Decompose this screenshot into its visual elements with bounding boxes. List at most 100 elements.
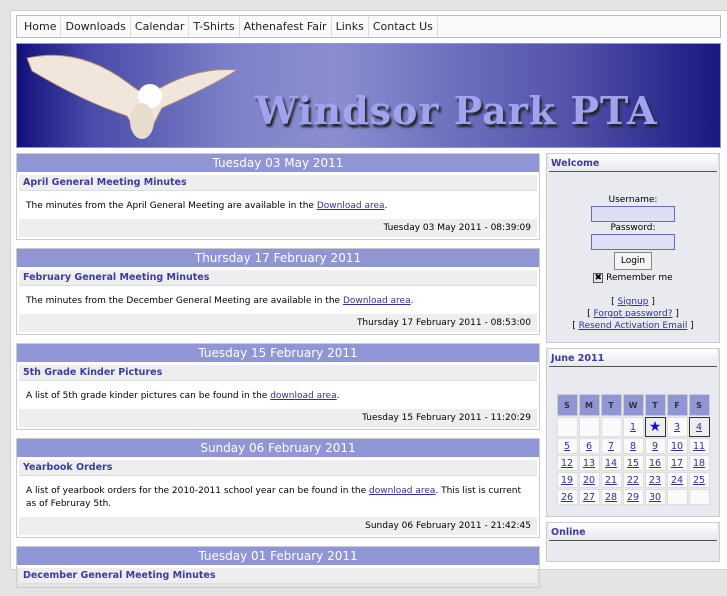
news-body: The minutes from the April General Meeti… — [17, 194, 539, 219]
day-link[interactable]: 18 — [693, 458, 705, 469]
day-cell[interactable]: 5 — [556, 438, 578, 454]
day-cell[interactable]: 26 — [556, 489, 578, 505]
nav-link[interactable]: Downloads — [61, 16, 131, 37]
empty-day — [600, 417, 622, 437]
day-link[interactable]: 3 — [674, 422, 680, 433]
day-cell[interactable]: 29 — [622, 489, 644, 505]
day-link[interactable]: 27 — [583, 492, 595, 503]
day-link[interactable]: 24 — [671, 475, 683, 486]
news-timestamp: Tuesday 03 May 2011 - 08:39:09 — [19, 219, 537, 237]
day-cell[interactable]: 3 — [666, 417, 688, 437]
news-item: Tuesday 15 February 2011 5th Grade Kinde… — [16, 343, 540, 430]
news-date: Tuesday 15 February 2011 — [17, 344, 539, 362]
news-date: Thursday 17 February 2011 — [17, 249, 539, 267]
news-title[interactable]: Yearbook Orders — [19, 460, 537, 476]
day-cell[interactable]: 30 — [644, 489, 666, 505]
day-link[interactable]: 9 — [652, 441, 658, 452]
empty-day — [666, 489, 688, 505]
calendar-table: S M T W T F S 1 ★ 3 4 5 6 7 8 9 10 11 12 13 14 15 16 17 18 19 20 21… — [556, 393, 711, 506]
news-timestamp: Sunday 06 February 2011 - 21:42:45 — [19, 517, 537, 535]
nav-link[interactable]: Contact Us — [369, 16, 438, 37]
day-link[interactable]: 13 — [583, 458, 595, 469]
login-button[interactable]: Login — [613, 252, 653, 270]
day-cell[interactable]: 16 — [644, 455, 666, 471]
day-cell[interactable]: 12 — [556, 455, 578, 471]
weekday-header: S — [688, 394, 710, 416]
signup-link[interactable]: Signup — [617, 297, 648, 307]
day-cell[interactable]: 22 — [622, 472, 644, 488]
day-link[interactable]: 29 — [627, 492, 639, 503]
download-link[interactable]: download area — [270, 391, 336, 401]
nav-link[interactable]: Home — [20, 16, 62, 37]
day-link[interactable]: 6 — [586, 441, 592, 452]
day-link[interactable]: 16 — [649, 458, 661, 469]
nav-link[interactable]: Calendar — [131, 16, 190, 37]
day-cell[interactable]: 1 — [622, 417, 644, 437]
day-cell[interactable]: 15 — [622, 455, 644, 471]
day-cell[interactable]: 8 — [622, 438, 644, 454]
day-link[interactable]: 15 — [627, 458, 639, 469]
day-link[interactable]: 21 — [605, 475, 617, 486]
day-cell[interactable]: 27 — [578, 489, 600, 505]
news-text: . — [410, 296, 414, 306]
remember-label: Remember me — [606, 273, 673, 283]
nav-link[interactable]: T-Shirts — [189, 16, 240, 37]
day-cell[interactable]: 4 — [688, 417, 710, 437]
today-cell[interactable]: ★ — [644, 417, 666, 437]
day-cell[interactable]: 19 — [556, 472, 578, 488]
day-link[interactable]: 22 — [627, 475, 639, 486]
day-link[interactable]: 28 — [605, 492, 617, 503]
banner-title: Windsor Park PTA — [255, 88, 658, 133]
day-link[interactable]: 5 — [564, 441, 570, 452]
news-item: Tuesday 01 February 2011 December Genera… — [16, 546, 540, 588]
day-link[interactable]: 17 — [671, 458, 683, 469]
day-link[interactable]: 30 — [649, 492, 661, 503]
day-link[interactable]: 23 — [649, 475, 661, 486]
day-cell[interactable]: 6 — [578, 438, 600, 454]
day-cell[interactable]: 11 — [688, 438, 710, 454]
main-nav: Home Downloads Calendar T-Shirts Athenafest … — [16, 15, 721, 38]
nav-link[interactable]: Links — [332, 16, 369, 37]
day-link[interactable]: 10 — [671, 441, 683, 452]
day-cell[interactable]: 24 — [666, 472, 688, 488]
day-cell[interactable]: 21 — [600, 472, 622, 488]
news-title[interactable]: 5th Grade Kinder Pictures — [19, 365, 537, 381]
day-cell[interactable]: 23 — [644, 472, 666, 488]
nav-link[interactable]: Athenafest Fair — [240, 16, 332, 37]
news-title[interactable]: April General Meeting Minutes — [19, 175, 537, 191]
day-link[interactable]: 14 — [605, 458, 617, 469]
day-link[interactable]: 11 — [693, 441, 705, 452]
day-link[interactable]: 12 — [561, 458, 573, 469]
news-title[interactable]: February General Meeting Minutes — [19, 270, 537, 286]
password-input[interactable] — [591, 234, 675, 250]
download-link[interactable]: Download area — [343, 296, 411, 306]
day-cell[interactable]: 20 — [578, 472, 600, 488]
news-text: The minutes from the December General Me… — [26, 296, 343, 306]
forgot-password-link[interactable]: Forgot password? — [593, 309, 672, 319]
day-cell[interactable]: 14 — [600, 455, 622, 471]
day-cell[interactable]: 25 — [688, 472, 710, 488]
day-cell[interactable]: 9 — [644, 438, 666, 454]
day-link[interactable]: 25 — [693, 475, 705, 486]
day-link[interactable]: 20 — [583, 475, 595, 486]
username-label: Username: — [608, 195, 658, 205]
download-link[interactable]: Download area — [317, 201, 385, 211]
day-link[interactable]: 8 — [630, 441, 636, 452]
day-cell[interactable]: 28 — [600, 489, 622, 505]
day-cell[interactable]: 18 — [688, 455, 710, 471]
day-link[interactable]: 19 — [561, 475, 573, 486]
day-cell[interactable]: 17 — [666, 455, 688, 471]
news-title[interactable]: December General Meeting Minutes — [19, 568, 537, 584]
day-link[interactable]: 4 — [696, 422, 702, 433]
day-cell[interactable]: 7 — [600, 438, 622, 454]
day-link[interactable]: 1 — [630, 422, 636, 433]
username-input[interactable] — [591, 206, 675, 222]
day-cell[interactable]: 13 — [578, 455, 600, 471]
remember-checkbox[interactable]: ✖ — [593, 273, 604, 283]
day-link[interactable]: 26 — [561, 492, 573, 503]
download-link[interactable]: download area — [369, 486, 435, 496]
day-cell[interactable]: 10 — [666, 438, 688, 454]
day-link[interactable]: 7 — [608, 441, 614, 452]
calendar-heading: June 2011 — [549, 349, 717, 367]
resend-activation-link[interactable]: Resend Activation Email — [579, 321, 688, 331]
